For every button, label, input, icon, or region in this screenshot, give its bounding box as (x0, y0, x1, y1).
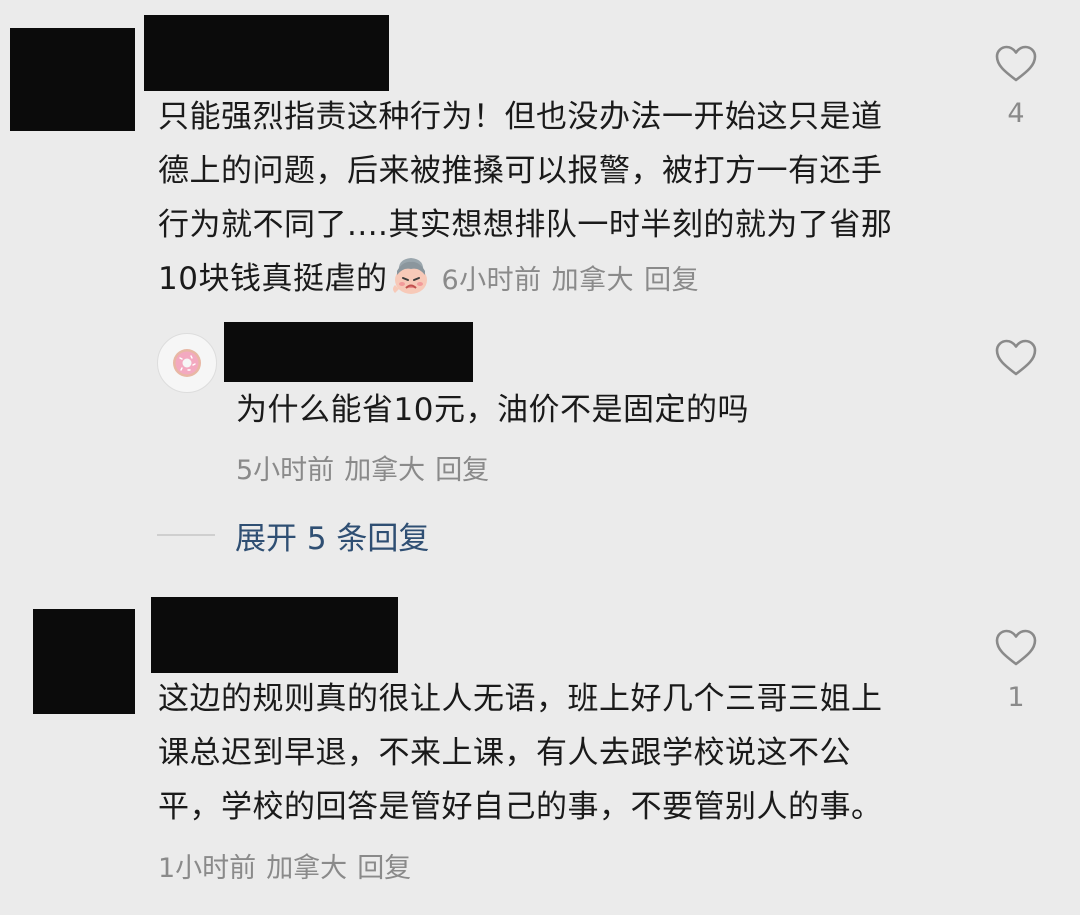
comment-last-line: 10块钱真挺虐的 6小时前 加拿大 回复 (158, 252, 892, 308)
comment-line: 德上的问题，后来被推搡可以报警，被打方一有还手 (158, 153, 883, 189)
like-count: 1 (1007, 682, 1025, 713)
reply-meta: 5小时前 加拿大 回复 (236, 448, 499, 487)
heart-outline-icon[interactable] (994, 628, 1038, 668)
comment-line: 这边的规则真的很让人无语，班上好几个三哥三姐上 (158, 681, 883, 717)
reply-button[interactable]: 回复 (644, 265, 699, 296)
comment-line: 只能强烈指责这种行为！但也没办法一开始这只是道 (158, 99, 883, 135)
username-redacted[interactable] (144, 15, 389, 91)
expand-replies-button[interactable]: 展开 5 条回复 (235, 513, 429, 558)
reply-button[interactable]: 回复 (357, 853, 411, 884)
comment-meta: 1小时前 加拿大 回复 (158, 846, 421, 885)
expand-replies-row: 展开 5 条回复 (157, 510, 429, 560)
comment-body: 只能强烈指责这种行为！但也没办法一开始这只是道 德上的问题，后来被推搡可以报警，… (158, 90, 892, 308)
comment-line: 行为就不同了....其实想想排队一时半刻的就为了省那 (158, 207, 893, 243)
reply-username-redacted[interactable] (224, 322, 473, 382)
divider (157, 534, 215, 536)
comment-meta: 6小时前 加拿大 回复 (441, 265, 709, 296)
avatar-redacted[interactable] (33, 609, 135, 714)
timestamp: 1小时前 (158, 853, 257, 884)
comment-line: 10块钱真挺虐的 (158, 261, 388, 297)
username-redacted[interactable] (151, 597, 398, 673)
heart-outline-icon[interactable] (994, 44, 1038, 84)
reply-body: 为什么能省10元，油价不是固定的吗 (236, 392, 749, 428)
location: 加拿大 (551, 265, 635, 296)
timestamp: 6小时前 (441, 265, 542, 296)
comment-line: 课总迟到早退，不来上课，有人去跟学校说这不公 (158, 735, 851, 771)
avatar-redacted[interactable] (10, 28, 135, 131)
donut-avatar-icon[interactable] (157, 333, 217, 393)
like-count: 4 (1007, 98, 1025, 129)
heart-outline-icon[interactable] (994, 338, 1038, 378)
location: 加拿大 (344, 455, 426, 486)
comment-body: 这边的规则真的很让人无语，班上好几个三哥三姐上 课总迟到早退，不来上课，有人去跟… (158, 672, 883, 834)
timestamp: 5小时前 (236, 455, 335, 486)
comment-line: 平，学校的回答是管好自己的事，不要管别人的事。 (158, 789, 883, 825)
crying-face-emoji-icon (389, 253, 433, 297)
reply-button[interactable]: 回复 (435, 455, 489, 486)
location: 加拿大 (266, 853, 348, 884)
